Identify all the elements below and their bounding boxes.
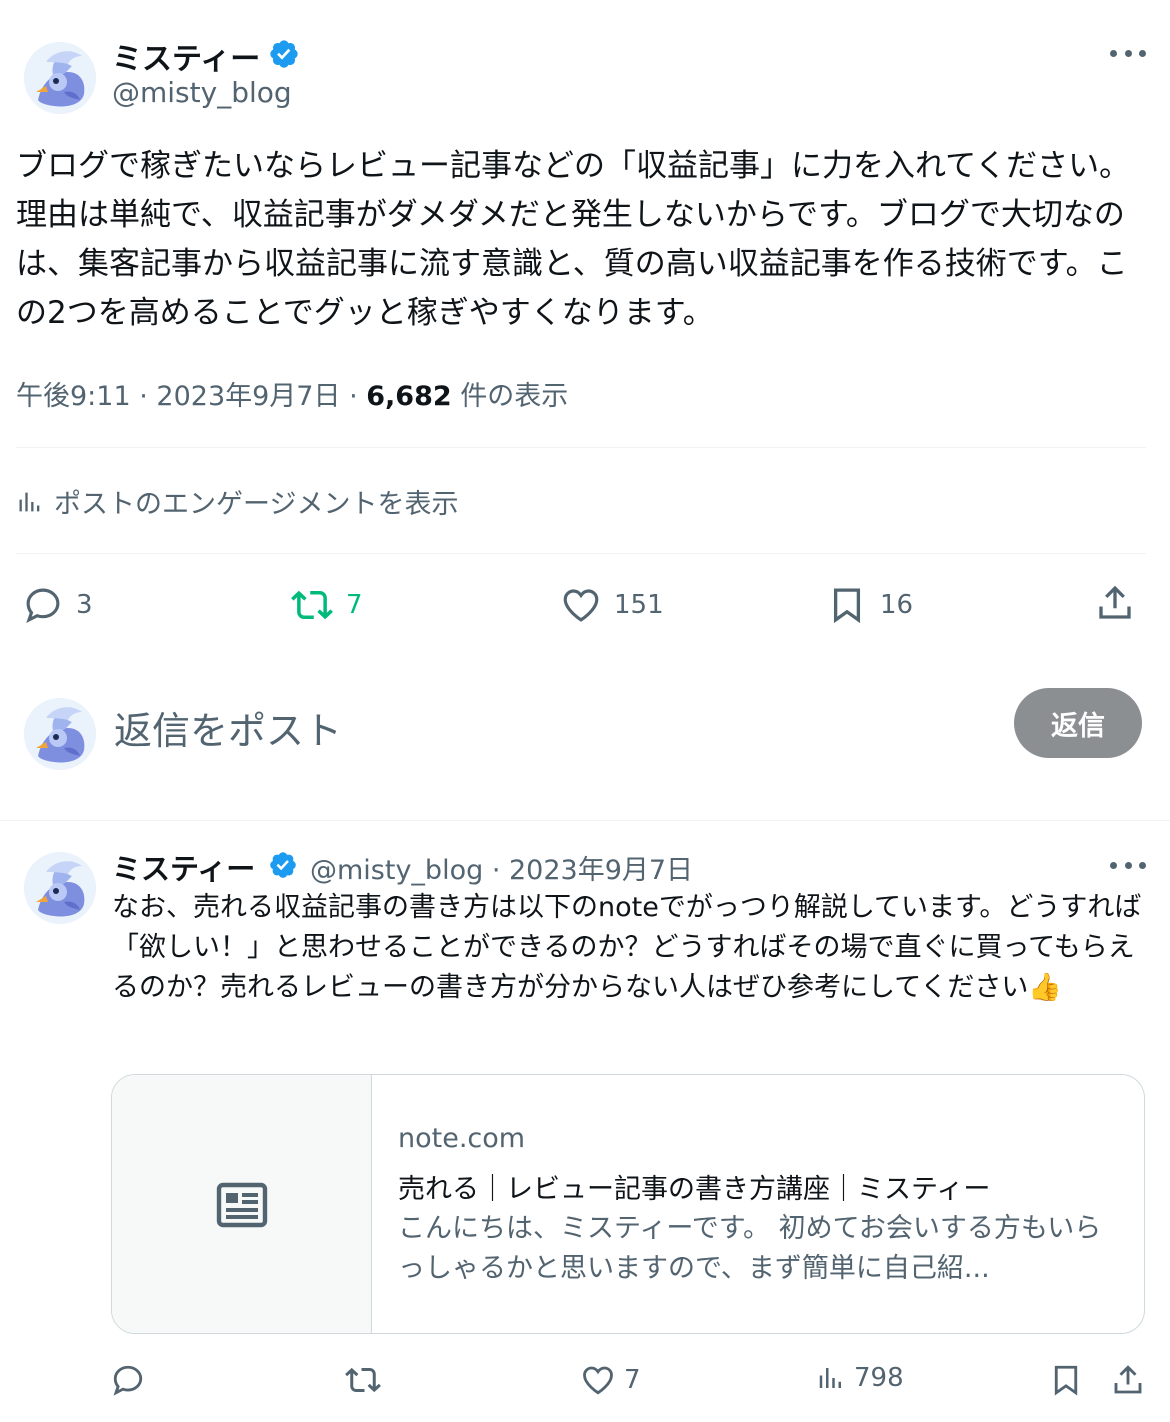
views-button[interactable]: 798 [816,1362,904,1394]
reply-input[interactable]: 返信をポスト [114,700,342,755]
composer-avatar[interactable] [24,698,96,770]
engagement-label: ポストのエンゲージメントを表示 [54,489,459,520]
share-button[interactable] [1094,582,1136,624]
reply-tweet-text: なお、売れる収益記事の書き方は以下のnoteでがっつり解説しています。どうすれば… [112,892,1142,1003]
reply-count: 3 [76,590,93,620]
share-button[interactable] [1110,1362,1146,1398]
reply-avatar[interactable] [24,852,96,924]
analytics-icon [819,1368,841,1388]
reply-icon [113,1365,143,1396]
share-icon [1114,1365,1142,1394]
share-icon [1099,585,1131,619]
card-description: こんにちは、ミスティーです。 初めてお会いする方もいらっしゃるかと思いますので、… [398,1213,1102,1284]
divider [16,553,1146,554]
tweet-date[interactable]: 2023年9月7日 [156,381,340,412]
author-handle[interactable]: @misty_blog [112,76,292,109]
repost-count: 7 [346,590,363,620]
article-icon [216,1182,267,1228]
verified-badge-icon [270,852,296,878]
like-count: 7 [624,1365,641,1395]
card-domain: note.com [398,1123,526,1154]
more-options-icon[interactable] [1110,859,1146,871]
repost-icon [345,1367,381,1393]
bookmark-icon [1054,1365,1078,1396]
verified-badge-icon [270,40,298,68]
more-options-icon[interactable] [1110,47,1146,59]
repost-icon [291,590,333,620]
tweet-metadata: 午後9:11 · 2023年9月7日 · 6,682 件の表示 [16,381,569,412]
card-thumbnail [112,1075,372,1333]
author-name[interactable]: ミスティー [112,34,260,78]
views-count: 6,682 [366,381,452,412]
link-card[interactable]: note.com 売れる｜レビュー記事の書き方講座｜ミスティー こんにちは、ミス… [111,1074,1145,1334]
views-count: 798 [854,1363,904,1393]
repost-button[interactable]: 7 [290,584,363,626]
tweet-time[interactable]: 午後9:11 [16,381,131,412]
repost-button[interactable] [344,1362,382,1398]
bird-avatar-icon [24,698,96,770]
card-title: 売れる｜レビュー記事の書き方講座｜ミスティー [398,1174,991,1205]
analytics-icon [19,492,40,511]
like-button[interactable]: 151 [560,584,664,626]
bookmark-button[interactable] [1048,1362,1084,1398]
heart-icon [563,589,599,622]
like-count: 151 [614,590,664,620]
reply-submit-button[interactable]: 返信 [1014,688,1142,758]
bird-avatar-icon [24,42,96,114]
section-divider [0,820,1170,821]
reply-button[interactable]: 3 [22,584,93,626]
bookmark-count: 16 [880,590,914,620]
avatar[interactable] [24,42,96,114]
reply-icon [26,588,60,624]
bookmark-icon [833,588,861,624]
divider [16,447,1146,448]
engagement-link[interactable]: ポストのエンゲージメントを表示 [16,482,458,521]
reply-button[interactable] [110,1362,146,1398]
reply-author-name[interactable]: ミスティー [112,846,255,888]
views-label: 件の表示 [460,381,569,412]
heart-icon [583,1366,613,1395]
bookmark-button[interactable]: 16 [826,584,913,626]
bird-avatar-icon [24,852,96,924]
like-button[interactable]: 7 [580,1362,641,1398]
tweet-text: ブログで稼ぎたいならレビュー記事などの「収益記事」に力を入れてください。理由は単… [16,148,1131,331]
reply-handle-date[interactable]: @misty_blog · 2023年9月7日 [310,848,693,887]
